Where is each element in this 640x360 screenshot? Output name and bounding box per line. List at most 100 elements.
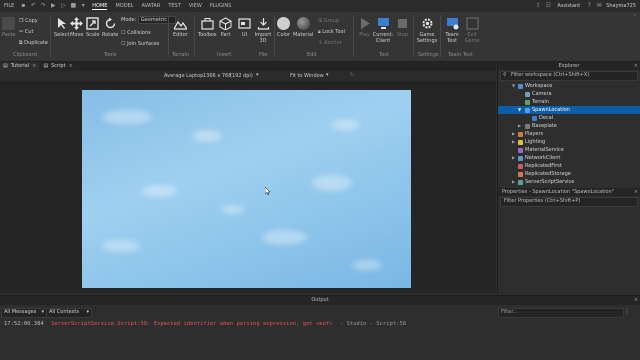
expand-arrow-icon[interactable]: ▼ [512,82,515,90]
share-icon[interactable]: ⇪ [535,3,541,9]
copy-button[interactable]: ❐ Copy [19,16,48,27]
game-viewport[interactable] [0,81,496,293]
menu-model[interactable]: MODEL [115,3,133,9]
collaborate-icon[interactable]: ☷ [545,3,551,9]
join-surfaces-toggle[interactable]: ☐ Join Surfaces [121,39,159,50]
user-name[interactable]: Shayma725 [606,3,636,9]
menu-test[interactable]: TEST [168,3,180,9]
dpi-label: (192 dpi) [230,73,253,79]
filter-icon: ⚲ [503,72,507,78]
collisions-toggle[interactable]: ☐ Collisions [121,28,159,39]
tree-item-materialservice[interactable]: MaterialService [498,146,640,154]
ui-button[interactable]: UI [238,17,251,38]
close-icon[interactable]: × [634,189,638,195]
close-icon[interactable]: × [69,62,73,71]
select-tool-button[interactable]: Select [54,17,69,38]
camera-icon [525,91,530,97]
tree-item-replicatedfirst[interactable]: ReplicatedFirst [498,162,640,170]
tree-item-networkclient[interactable]: ▶ NetworkClient [498,154,640,162]
move-tool-button[interactable]: Move [70,17,83,38]
collapse-arrow-icon[interactable]: ▶ [512,154,515,162]
exit-game-button[interactable]: Exit Game [465,17,479,44]
log-error-message[interactable]: ServerScriptService.Script:58: Expected … [51,321,332,327]
rotate-tool-button[interactable]: Rotate [102,17,118,38]
save-icon[interactable]: ▪ [20,3,26,9]
tree-item-spawnlocation[interactable]: ▼ SpawnLocation [498,106,640,114]
menu-file[interactable]: FILE [4,3,14,9]
material-button[interactable]: Material [293,17,313,38]
contexts-filter-dropdown[interactable]: All Contexts ▾ [46,308,92,318]
tab-script[interactable]: ▤ Script × [40,62,76,71]
game-settings-button[interactable]: Game Settings [417,17,437,44]
run-quick-icon[interactable]: ▷ [60,3,66,9]
undo-icon[interactable]: ↶ [30,3,36,9]
explorer-tree: ▼ Workspace Camera Terrain ▼ SpawnLocati… [498,82,640,192]
help-icon[interactable]: ? [586,3,592,9]
lock-tool-button[interactable]: 🔒︎ Lock Tool [318,27,345,38]
divider [440,15,441,57]
tree-item-decal[interactable]: Decal [498,114,640,122]
redo-icon[interactable]: ↷ [40,3,46,9]
import-3d-button[interactable]: Import 3D [255,17,271,44]
log-source[interactable]: - Studio - Script:58 [340,321,406,327]
collapse-arrow-icon[interactable]: ▶ [512,130,515,138]
lighting-icon [518,139,523,145]
team-test-button[interactable]: Team Test [444,17,460,44]
play-quick-icon[interactable]: ▶ [50,3,56,9]
tree-item-serverscriptservice[interactable]: ▶ ServerScriptService [498,178,640,186]
replicated-first-icon [518,163,523,169]
tree-item-terrain[interactable]: Terrain [498,98,640,106]
messages-filter-dropdown[interactable]: All Messages ▾ [1,308,47,318]
quick-dropdown-icon[interactable]: ▾ [80,3,86,9]
collapse-ribbon-icon[interactable]: ⌃ [633,14,637,20]
sky-view[interactable] [82,90,411,288]
properties-filter-input[interactable]: Filter Properties (Ctrl+Shift+P) [500,197,638,207]
menu-view[interactable]: VIEW [189,3,202,9]
menu-plugins[interactable]: PLUGINS [210,3,231,9]
color-button[interactable]: Color [277,17,290,38]
play-button[interactable]: Play [358,17,371,38]
tab-tutorial[interactable]: ▤ Tutorial × [0,62,40,71]
tree-item-workspace[interactable]: ▼ Workspace [498,82,640,90]
tree-item-lighting[interactable]: ▶ Lighting [498,138,640,146]
output-filter-input[interactable]: Filter... [498,308,624,318]
rotate-device-icon[interactable]: ↻ [350,72,354,78]
stop-button[interactable]: Stop [396,17,409,38]
tree-item-camera[interactable]: Camera [498,90,640,98]
team-test-group-label: Team Test [448,52,473,58]
mode-dropdown[interactable]: Geometric [137,16,177,24]
part-button[interactable]: Part [219,17,232,38]
toolbox-button[interactable]: Toolbox [198,17,217,38]
close-icon[interactable]: × [32,62,36,71]
explorer-title: Explorer [498,62,640,70]
stop-quick-icon[interactable]: ■ [70,3,76,9]
collapse-arrow-icon[interactable]: ▶ [518,122,521,130]
group-button[interactable]: ⊞ Group [318,16,345,27]
collapse-arrow-icon[interactable]: ▶ [512,178,515,186]
menu-home[interactable]: HOME [92,3,108,10]
assistant-button[interactable]: Assistant [557,3,580,9]
current-client-button[interactable]: Current: Client [373,17,393,44]
expand-arrow-icon[interactable]: ▼ [518,106,521,114]
tree-item-players[interactable]: ▶ Players [498,130,640,138]
duplicate-button[interactable]: ⧉ Duplicate [19,38,48,49]
scale-tool-button[interactable]: Scale [86,17,99,38]
close-icon[interactable]: × [634,63,638,69]
anchor-button[interactable]: ⚓︎ Anchor [318,38,345,49]
tree-item-replicatedstorage[interactable]: ReplicatedStorage [498,170,640,178]
menu-avatar[interactable]: AVATAR [142,3,161,9]
terrain-editor-button[interactable]: Editor [173,17,188,38]
cut-button[interactable]: ✂ Cut [19,27,48,38]
fit-select[interactable]: Fit to Window [290,73,324,79]
explorer-filter-input[interactable]: ⚲ Filter workspace (Ctrl+Shift+X) [500,71,638,81]
close-icon[interactable]: × [634,297,638,303]
device-select[interactable]: Average Laptop [164,73,203,79]
output-menu-icon[interactable]: ⋮ [624,308,630,315]
tree-item-baseplate[interactable]: ▶ Baseplate [498,122,640,130]
client-icon [377,18,389,29]
collapse-arrow-icon[interactable]: ▶ [512,138,515,146]
paste-button[interactable]: Paste [2,17,16,38]
fit-dropdown-icon[interactable]: ▾ [326,72,329,78]
notifications-icon[interactable]: ✉ [596,3,602,9]
device-dropdown-icon[interactable]: ▾ [256,72,259,78]
